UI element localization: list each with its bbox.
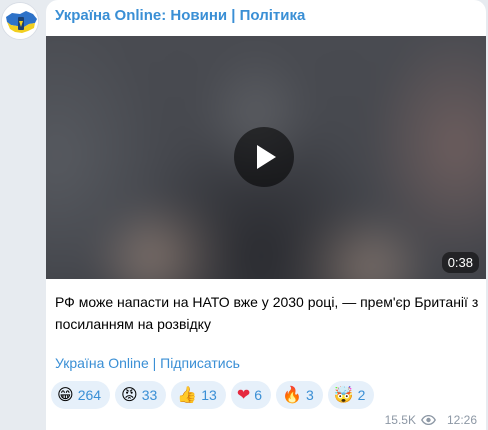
reaction-count: 13 (201, 387, 217, 403)
reaction-angry[interactable]: 😡 33 (115, 381, 167, 409)
reaction-count: 33 (141, 387, 158, 403)
channel-avatar[interactable] (1, 2, 39, 40)
channel-title[interactable]: Україна Online: Новини | Політика (55, 7, 305, 24)
message-bubble: Україна Online: Новини | Політика 0:38 Р… (46, 0, 486, 430)
video-duration: 0:38 (441, 252, 479, 273)
message-meta: 15.5K 12:26 (385, 413, 477, 427)
reaction-grinning[interactable]: 😁 264 (51, 381, 111, 409)
ukraine-map-icon (2, 3, 38, 39)
play-icon (257, 145, 276, 169)
post-text: РФ може напасти на НАТО вже у 2030 році,… (55, 294, 479, 332)
exploding-head-icon: 🤯 (333, 385, 354, 404)
eye-icon (421, 415, 436, 425)
reaction-count: 6 (254, 387, 263, 403)
footer-separator: | (148, 355, 161, 371)
reaction-exploding-head[interactable]: 🤯 2 (327, 381, 375, 409)
play-button[interactable] (234, 127, 294, 187)
view-count: 15.5K (384, 413, 416, 427)
angry-face-icon: 😡 (121, 385, 138, 404)
reaction-count: 3 (305, 387, 314, 403)
reaction-heart[interactable]: ❤ 6 (230, 381, 272, 409)
thumbs-up-icon: 👍 (177, 385, 198, 404)
reactions-bar: 😁 264 😡 33 👍 13 ❤ 6 🔥 3 🤯 2 (51, 381, 375, 409)
post-footer: Україна Online | Підписатись (55, 355, 240, 371)
footer-channel-link[interactable]: Україна Online (55, 355, 149, 371)
reaction-count: 2 (357, 387, 366, 403)
subscribe-link[interactable]: Підписатись (160, 355, 240, 371)
reaction-fire[interactable]: 🔥 3 (276, 381, 323, 409)
reaction-thumbs-up[interactable]: 👍 13 (171, 381, 226, 409)
grinning-face-icon: 😁 (57, 385, 74, 404)
reaction-count: 264 (77, 387, 102, 403)
message-time: 12:26 (446, 413, 477, 427)
video-preview[interactable]: 0:38 (46, 36, 486, 279)
heart-icon: ❤ (236, 385, 251, 404)
fire-icon: 🔥 (282, 385, 302, 404)
